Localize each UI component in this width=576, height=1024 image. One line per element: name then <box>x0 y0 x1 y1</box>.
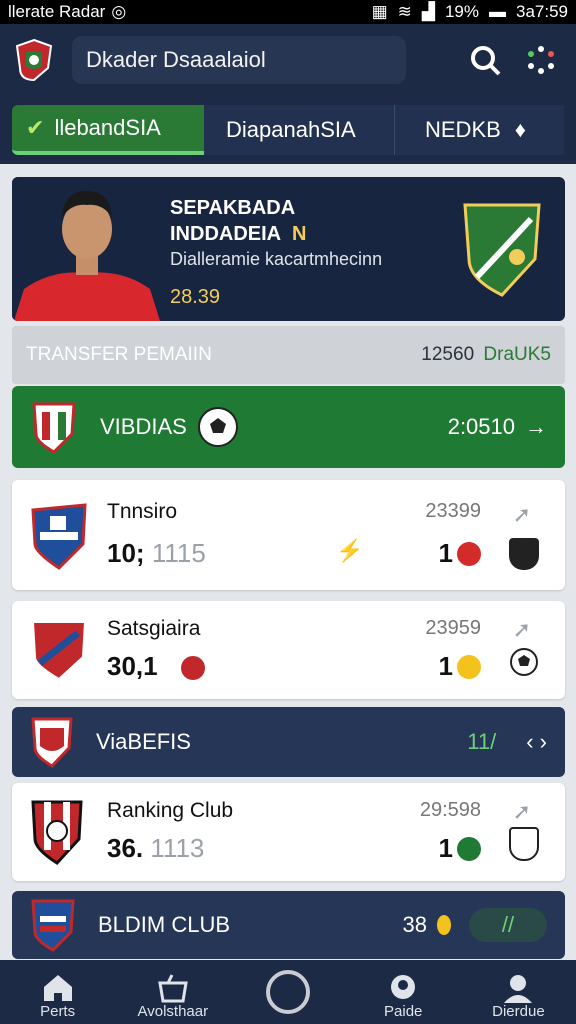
coin-icon <box>437 915 451 935</box>
arrow-right-icon[interactable]: → <box>525 414 547 440</box>
tab-1[interactable]: ✔ llebandSIA <box>12 105 204 155</box>
club-crest-icon <box>31 503 87 570</box>
soccer-ball-icon <box>510 648 538 676</box>
club-time: 23399 <box>425 500 481 522</box>
app-bar: Dkader Dsaaalaiol <box>0 24 576 96</box>
check-icon: ✔ <box>26 115 45 140</box>
club-score-muted: 1115 <box>151 538 206 568</box>
league-crest-icon <box>32 402 76 454</box>
edit-pill-button[interactable]: // <box>469 908 547 942</box>
club-crest-icon <box>31 800 83 865</box>
status-bar: llerate Radar ◎ ▦ ≋ ▟ 19% ▬ 3a7:59 <box>0 0 576 24</box>
league-row[interactable]: VIBDIAS 2:0510 → <box>12 386 565 468</box>
bottom-nav: Perts Avolsthaar Paide Dierdue <box>0 960 576 1024</box>
tab-bar: ✔ llebandSIA DiapanahSIA NEDKB ♦ <box>0 96 576 164</box>
nav-home-label: Perts <box>40 1003 76 1020</box>
featured-player-card[interactable]: SEPAKBADA INDDADEIA N Dialleramie kacart… <box>12 177 565 321</box>
club-card[interactable]: Tnnsiro 10; 1115 ⚡ 23399 1 ➚ <box>12 480 565 590</box>
clock: 3a7:59 <box>516 2 568 21</box>
sim-icon: ▦ <box>371 2 388 21</box>
chevrons-icon[interactable]: ‹ › <box>526 729 547 755</box>
league-value: 11/ <box>467 729 497 754</box>
player-value: 28.39 <box>170 286 221 308</box>
league-row[interactable]: BLDIM CLUB 38 // <box>12 891 565 959</box>
club-score: 10; <box>107 538 145 568</box>
club-time: 29:598 <box>419 799 481 821</box>
player-photo <box>12 177 162 321</box>
wifi-icon: ≋ <box>397 2 412 21</box>
player-name-line2: INDDADEIA <box>170 223 281 245</box>
basket-icon <box>158 974 188 1003</box>
league-value: 2:0510 <box>447 414 515 439</box>
red-badge-icon <box>180 656 205 681</box>
club-count: 1 <box>438 538 453 568</box>
apps-icon[interactable] <box>524 43 558 77</box>
tab-2[interactable]: DiapanahSIA <box>204 105 394 155</box>
nav-user-label: Paide <box>384 1003 423 1020</box>
club-card[interactable]: Satsgiaira 30,1 23959 1 ➚ <box>12 601 565 699</box>
club-badge-icon <box>509 538 539 570</box>
club-count: 1 <box>438 833 453 863</box>
nav-profile[interactable]: Dierdue <box>461 960 576 1024</box>
section-right-accent: DraUK5 <box>483 344 551 365</box>
soccer-ball-icon <box>197 407 238 447</box>
share-arrow-icon[interactable]: ➚ <box>513 502 531 528</box>
league-crest-icon <box>31 717 73 768</box>
search-icon[interactable] <box>468 43 502 77</box>
yellow-badge-icon <box>457 654 481 679</box>
share-arrow-icon[interactable]: ➚ <box>513 799 531 825</box>
club-badge-icon <box>509 827 539 861</box>
search-input[interactable]: Dkader Dsaaalaiol <box>72 36 406 84</box>
nav-home[interactable]: Perts <box>0 960 115 1024</box>
club-score: 30,1 <box>107 651 158 681</box>
target-icon: ◎ <box>111 2 127 21</box>
tab-3[interactable]: NEDKB ♦ <box>394 105 564 155</box>
nav-user[interactable]: Paide <box>346 960 461 1024</box>
transfer-section-header: TRANSFER PEMAIIN 12560 DraUK5 <box>12 326 565 384</box>
tab-1-label: llebandSIA <box>54 115 161 140</box>
home-icon <box>43 975 72 1001</box>
club-score: 36. <box>107 833 144 863</box>
league-row[interactable]: ViaBEFIS 11/ ‹ › <box>12 707 565 777</box>
tab-2-label: DiapanahSIA <box>226 117 356 142</box>
club-name: Satsgiaira <box>107 617 201 640</box>
league-crest-icon <box>31 899 75 952</box>
status-app-label: llerate Radar <box>8 2 106 21</box>
club-name: Ranking Club <box>107 799 234 822</box>
player-name-line1: SEPAKBADA <box>170 197 296 219</box>
nav-basket[interactable]: Avolsthaar <box>115 960 230 1024</box>
circle-icon <box>266 970 310 1014</box>
player-name-suffix: N <box>291 223 307 245</box>
section-title: TRANSFER PEMAIIN <box>26 344 212 365</box>
club-score-muted: 1113 <box>150 833 205 863</box>
tab-3-label: NEDKB <box>425 117 501 142</box>
app-logo-icon[interactable] <box>14 38 54 82</box>
nav-profile-label: Dierdue <box>492 1003 545 1020</box>
club-card[interactable]: Ranking Club 36. 1113 29:598 1 ➚ <box>12 783 565 881</box>
team-crest-icon <box>463 203 541 297</box>
league-value: 38 <box>402 912 427 937</box>
user-icon <box>391 975 416 999</box>
share-arrow-icon[interactable]: ➚ <box>513 617 531 643</box>
red-badge-icon <box>457 541 481 566</box>
profile-icon <box>504 975 533 1003</box>
nav-basket-label: Avolsthaar <box>137 1003 209 1020</box>
league-name: VIBDIAS <box>100 414 187 439</box>
league-name: BLDIM CLUB <box>98 912 231 937</box>
tab-pin-icon: ♦ <box>514 117 527 142</box>
battery-percent: 19% <box>444 2 479 21</box>
nav-center[interactable] <box>230 960 345 1024</box>
club-time: 23959 <box>425 617 481 639</box>
club-crest-icon <box>31 621 87 681</box>
battery-icon: ▬ <box>489 2 506 21</box>
green-badge-icon <box>457 836 481 861</box>
signal-icon: ▟ <box>421 2 435 21</box>
bolt-icon: ⚡ <box>336 538 364 563</box>
league-name: ViaBEFIS <box>96 729 191 754</box>
player-subtitle: Dialleramie kacartmhecinn <box>170 249 383 269</box>
section-right-number: 12560 <box>421 344 475 365</box>
club-name: Tnnsiro <box>107 500 178 523</box>
club-count: 1 <box>438 651 453 681</box>
